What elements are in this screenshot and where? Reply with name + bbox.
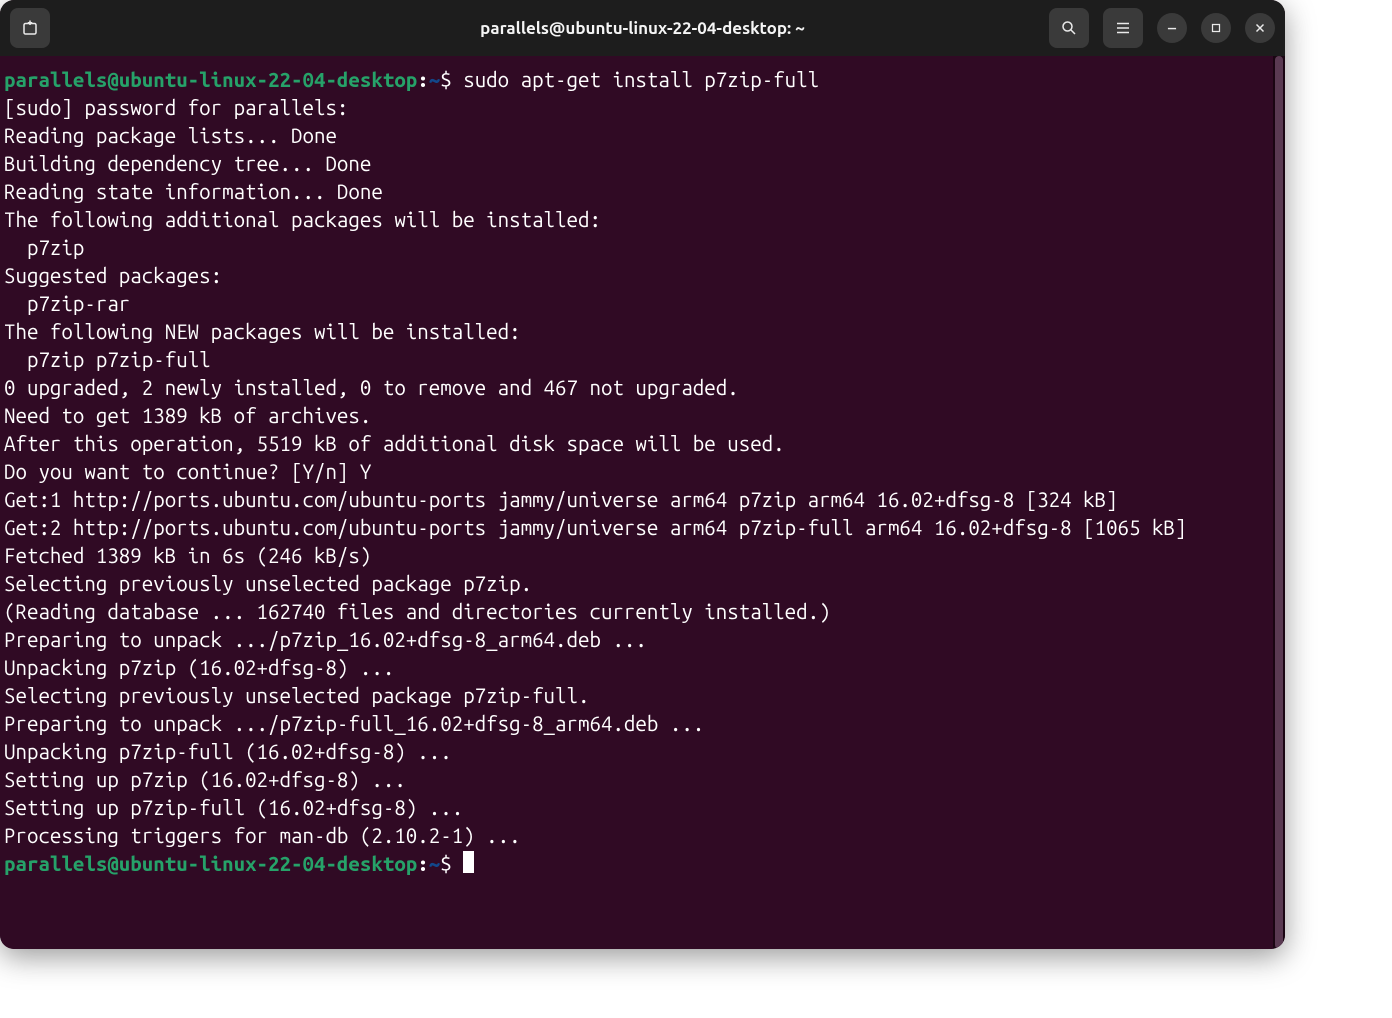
prompt-path: ~ [429, 852, 440, 875]
output-line: Preparing to unpack .../p7zip_16.02+dfsg… [4, 626, 1269, 654]
prompt-userhost: parallels@ubuntu-linux-22-04-desktop [4, 852, 417, 875]
hamburger-icon [1114, 19, 1132, 37]
terminal-line: parallels@ubuntu-linux-22-04-desktop:~$ [4, 850, 1269, 878]
output-line: Selecting previously unselected package … [4, 570, 1269, 598]
prompt-sep: : [417, 852, 428, 875]
output-line: After this operation, 5519 kB of additio… [4, 430, 1269, 458]
output-line: Do you want to continue? [Y/n] Y [4, 458, 1269, 486]
window-title: parallels@ubuntu-linux-22-04-desktop: ~ [480, 19, 805, 38]
menu-button[interactable] [1103, 8, 1143, 48]
output-line: Selecting previously unselected package … [4, 682, 1269, 710]
prompt-userhost: parallels@ubuntu-linux-22-04-desktop [4, 68, 417, 91]
output-line: Preparing to unpack .../p7zip-full_16.02… [4, 710, 1269, 738]
output-line: p7zip [4, 234, 1269, 262]
output-line: Get:2 http://ports.ubuntu.com/ubuntu-por… [4, 514, 1269, 542]
output-line: Get:1 http://ports.ubuntu.com/ubuntu-por… [4, 486, 1269, 514]
output-line: Reading package lists... Done [4, 122, 1269, 150]
close-button[interactable] [1245, 13, 1275, 43]
output-line: Unpacking p7zip-full (16.02+dfsg-8) ... [4, 738, 1269, 766]
search-icon [1060, 19, 1078, 37]
output-line: Fetched 1389 kB in 6s (246 kB/s) [4, 542, 1269, 570]
titlebar: parallels@ubuntu-linux-22-04-desktop: ~ [0, 0, 1285, 56]
new-tab-button[interactable] [10, 8, 50, 48]
terminal-line: parallels@ubuntu-linux-22-04-desktop:~$ … [4, 66, 1269, 94]
output-line: Reading state information... Done [4, 178, 1269, 206]
output-line: Building dependency tree... Done [4, 150, 1269, 178]
prompt-sigil: $ [440, 852, 463, 875]
output-line: The following additional packages will b… [4, 206, 1269, 234]
maximize-button[interactable] [1201, 13, 1231, 43]
output-line: Setting up p7zip-full (16.02+dfsg-8) ... [4, 794, 1269, 822]
output-line: p7zip-rar [4, 290, 1269, 318]
output-line: Processing triggers for man-db (2.10.2-1… [4, 822, 1269, 850]
output-line: Setting up p7zip (16.02+dfsg-8) ... [4, 766, 1269, 794]
prompt-sep: : [417, 68, 428, 91]
output-line: The following NEW packages will be insta… [4, 318, 1269, 346]
output-line: p7zip p7zip-full [4, 346, 1269, 374]
scrollbar-thumb[interactable] [1275, 56, 1283, 949]
output-line: [sudo] password for parallels: [4, 94, 1269, 122]
minimize-icon [1165, 21, 1179, 35]
maximize-icon [1210, 22, 1222, 34]
search-button[interactable] [1049, 8, 1089, 48]
output-line: 0 upgraded, 2 newly installed, 0 to remo… [4, 374, 1269, 402]
close-icon [1253, 21, 1267, 35]
terminal-window: parallels@ubuntu-linux-22-04-desktop: ~ [0, 0, 1285, 949]
output-line: Suggested packages: [4, 262, 1269, 290]
prompt-path: ~ [429, 68, 440, 91]
cursor [463, 851, 474, 873]
command-text: sudo apt-get install p7zip-full [463, 68, 819, 91]
output-line: Unpacking p7zip (16.02+dfsg-8) ... [4, 654, 1269, 682]
output-line: (Reading database ... 162740 files and d… [4, 598, 1269, 626]
scrollbar[interactable] [1273, 56, 1285, 949]
output-line: Need to get 1389 kB of archives. [4, 402, 1269, 430]
prompt-sigil: $ [440, 68, 463, 91]
minimize-button[interactable] [1157, 13, 1187, 43]
terminal-viewport[interactable]: parallels@ubuntu-linux-22-04-desktop:~$ … [0, 56, 1273, 949]
